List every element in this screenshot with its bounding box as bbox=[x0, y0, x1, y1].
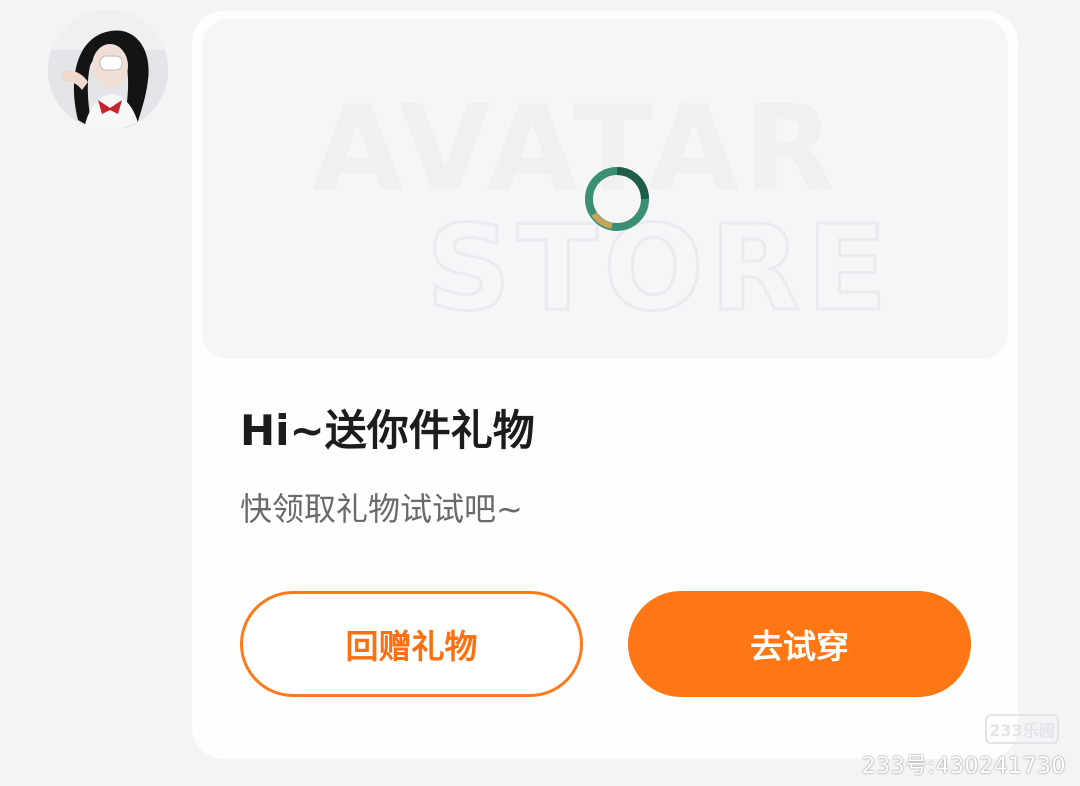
gift-subtitle: 快领取礼物试试吧~ bbox=[240, 490, 523, 528]
gift-title: Hi~送你件礼物 bbox=[240, 406, 535, 455]
return-gift-button[interactable]: 回赠礼物 bbox=[240, 591, 583, 697]
user-avatar[interactable] bbox=[48, 10, 168, 130]
avatar-store-preview: AVATAR STORE bbox=[202, 19, 1008, 359]
watermark-user-id: 233号:430241730 bbox=[861, 754, 1066, 779]
watermark-logo: 233乐园 bbox=[985, 714, 1059, 744]
background-text-avatar: AVATAR bbox=[312, 79, 838, 217]
try-on-button[interactable]: 去试穿 bbox=[628, 591, 971, 697]
gift-card: AVATAR STORE Hi~送你件礼物 快领取礼物试试吧~ 回赠礼物 去试穿 bbox=[192, 11, 1018, 759]
background-text-store: STORE bbox=[426, 199, 893, 337]
avatar-image bbox=[48, 10, 168, 130]
loading-spinner-icon bbox=[585, 167, 649, 231]
